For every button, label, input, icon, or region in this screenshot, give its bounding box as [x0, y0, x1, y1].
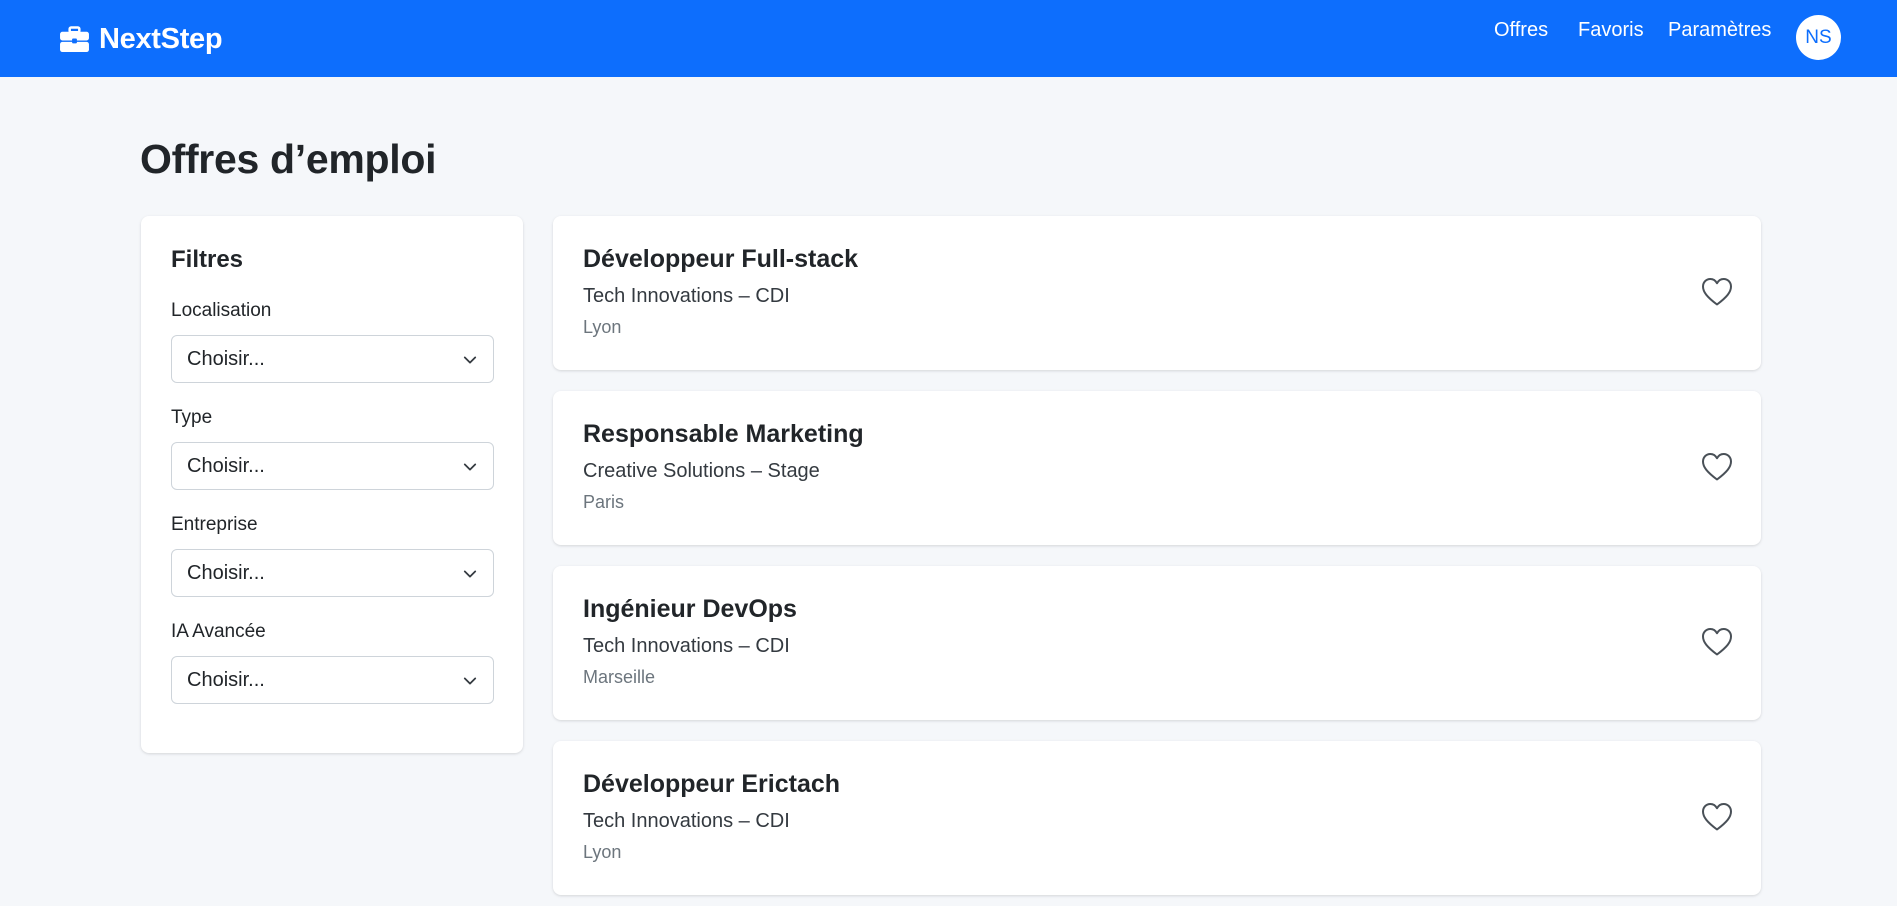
ia-avancee-select-value: Choisir...: [187, 669, 265, 691]
job-card[interactable]: Développeur Erictach Tech Innovations – …: [553, 741, 1761, 895]
job-company-type: Creative Solutions – Stage: [583, 460, 820, 482]
type-select-value: Choisir...: [187, 455, 265, 477]
job-company-type: Tech Innovations – CDI: [583, 285, 790, 307]
heart-icon[interactable]: [1701, 627, 1733, 657]
type-select[interactable]: Choisir...: [171, 442, 494, 490]
chevron-down-icon: [463, 570, 477, 578]
brand-logo[interactable]: NextStep: [59, 22, 223, 56]
briefcase-icon: [59, 25, 90, 53]
entreprise-select[interactable]: Choisir...: [171, 549, 494, 597]
job-title[interactable]: Responsable Marketing: [583, 420, 864, 449]
job-title[interactable]: Développeur Full-stack: [583, 245, 858, 274]
nav-link-offres[interactable]: Offres: [1494, 19, 1548, 42]
filter-label-type: Type: [171, 407, 213, 428]
chevron-down-icon: [463, 463, 477, 471]
heart-icon[interactable]: [1701, 277, 1733, 307]
brand-name: NextStep: [99, 22, 223, 55]
job-company-type: Tech Innovations – CDI: [583, 635, 790, 657]
nav-link-favoris[interactable]: Favoris: [1578, 19, 1644, 42]
job-location: Marseille: [583, 667, 656, 687]
job-company-type: Tech Innovations – CDI: [583, 810, 790, 832]
filter-label-entreprise: Entreprise: [171, 514, 258, 535]
job-card[interactable]: Responsable Marketing Creative Solutions…: [553, 391, 1761, 545]
job-title[interactable]: Ingénieur DevOps: [583, 595, 797, 624]
user-avatar[interactable]: NS: [1796, 15, 1841, 60]
entreprise-select-value: Choisir...: [187, 562, 265, 584]
job-title[interactable]: Développeur Erictach: [583, 770, 840, 799]
page-title: Offres d’emploi: [140, 136, 437, 182]
nav-link-parametres[interactable]: Paramètres: [1668, 19, 1771, 42]
heart-icon[interactable]: [1701, 802, 1733, 832]
ia-avancee-select[interactable]: Choisir...: [171, 656, 494, 704]
filters-title: Filtres: [171, 246, 244, 273]
job-card[interactable]: Ingénieur DevOps Tech Innovations – CDI …: [553, 566, 1761, 720]
chevron-down-icon: [463, 356, 477, 364]
chevron-down-icon: [463, 677, 477, 685]
filters-panel: Filtres Localisation Choisir... Type Cho…: [141, 216, 523, 753]
job-location: Lyon: [583, 842, 622, 862]
filter-label-localisation: Localisation: [171, 300, 272, 321]
job-location: Paris: [583, 492, 625, 512]
job-location: Lyon: [583, 317, 622, 337]
heart-icon[interactable]: [1701, 452, 1733, 482]
top-navbar: NextStep Offres Favoris Paramètres NS: [0, 0, 1897, 77]
job-card[interactable]: Développeur Full-stack Tech Innovations …: [553, 216, 1761, 370]
filter-label-ia-avancee: IA Avancée: [171, 621, 266, 642]
localisation-select[interactable]: Choisir...: [171, 335, 494, 383]
localisation-select-value: Choisir...: [187, 348, 265, 370]
